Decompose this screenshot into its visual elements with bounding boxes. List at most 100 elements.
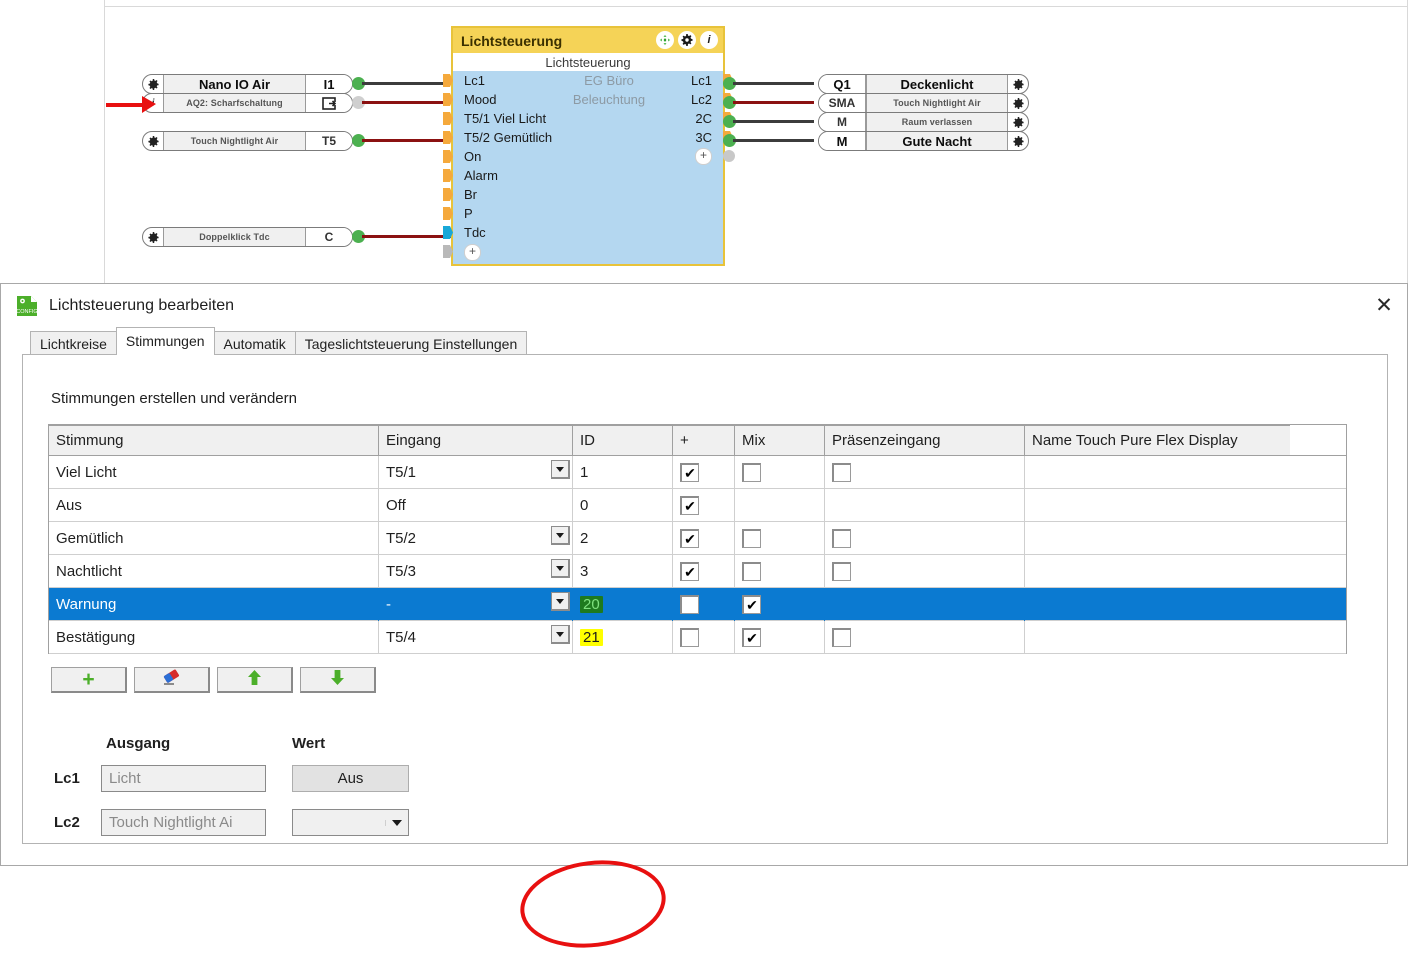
block-input-pin[interactable] [443,150,453,163]
block-input-pin[interactable] [443,207,453,220]
chevron-down-icon[interactable] [551,460,570,479]
cell-display-name[interactable] [1025,588,1290,621]
cell-display-name[interactable] [1025,555,1290,588]
output-node-touch-nightlight-air[interactable]: Touch Nightlight Air SMA [818,93,1029,113]
wert-button-lc1[interactable]: Aus [292,765,409,792]
chevron-down-icon[interactable] [551,625,570,644]
cell-plus[interactable] [673,588,735,621]
cell-stimmung[interactable]: Warnung [49,588,379,621]
cell-eingang[interactable]: - [379,588,573,621]
cell-stimmung[interactable]: Aus [49,489,379,522]
input-node-touch-nightlight-air[interactable]: Touch Nightlight Air T5 [142,131,353,151]
table-row[interactable]: Viel Licht T5/1 1 ✔ [49,456,1346,489]
plus-checkbox[interactable]: ✔ [680,529,699,548]
chevron-down-icon[interactable] [385,820,408,826]
cell-stimmung[interactable]: Nachtlicht [49,555,379,588]
block-input-pin[interactable] [443,131,453,144]
block-input-pin[interactable] [443,74,453,87]
cell-mix[interactable]: ✔ [735,588,825,621]
tab-tageslichtsteuerung[interactable]: Tageslichtsteuerung Einstellungen [295,331,527,355]
function-block-lichtsteuerung[interactable]: Lichtsteuerung i Lichtsteuerung Lc1 EG B… [451,26,725,266]
cell-display-name[interactable] [1025,522,1290,555]
cell-mix[interactable] [735,522,825,555]
cell-praesenzeingang[interactable] [825,621,1025,654]
block-add-input-button[interactable]: + [464,244,481,261]
praesenz-checkbox[interactable] [832,562,851,581]
move-down-button[interactable] [300,667,376,693]
cell-stimmung[interactable]: Gemütlich [49,522,379,555]
praesenz-checkbox[interactable] [832,529,851,548]
tab-automatik[interactable]: Automatik [214,331,296,355]
cell-id[interactable]: 20 [573,588,673,621]
chevron-down-icon[interactable] [551,559,570,578]
cell-id[interactable]: 2 [573,522,673,555]
close-icon[interactable]: ✕ [1361,284,1407,327]
cell-stimmung[interactable]: Bestätigung [49,621,379,654]
block-input-pin[interactable] [443,188,453,201]
block-input-pin[interactable] [443,169,453,182]
move-up-button[interactable] [217,667,293,693]
gear-icon[interactable] [678,31,696,49]
wert-color-picker-lc2[interactable] [292,809,409,836]
add-button[interactable]: + [51,667,127,693]
plus-checkbox[interactable]: ✔ [680,496,699,515]
tab-stimmungen[interactable]: Stimmungen [116,327,215,355]
plus-checkbox[interactable]: ✔ [680,562,699,581]
table-row[interactable]: Gemütlich T5/2 2 ✔ [49,522,1346,555]
delete-button[interactable] [134,667,210,693]
cell-display-name[interactable] [1025,621,1290,654]
cell-mix[interactable] [735,555,825,588]
cell-praesenzeingang[interactable] [825,522,1025,555]
chevron-down-icon[interactable] [551,526,570,545]
block-add-output-button[interactable]: + [695,148,712,165]
cell-praesenzeingang[interactable] [825,555,1025,588]
input-node-nano-io-air[interactable]: Nano IO Air I1 [142,74,353,94]
cell-eingang[interactable]: T5/4 [379,621,573,654]
cell-eingang[interactable]: T5/3 [379,555,573,588]
cell-plus[interactable] [673,621,735,654]
plus-checkbox[interactable] [680,595,699,614]
cell-display-name[interactable] [1025,489,1290,522]
column-header-id[interactable]: ID [573,424,673,455]
table-row[interactable]: Nachtlicht T5/3 3 ✔ [49,555,1346,588]
cell-display-name[interactable] [1025,456,1290,489]
column-header-display-name[interactable]: Name Touch Pure Flex Display [1025,424,1290,455]
cell-plus[interactable]: ✔ [673,456,735,489]
output-node-deckenlicht[interactable]: Deckenlicht Q1 [818,74,1029,94]
table-row[interactable]: Bestätigung T5/4 21 ✔ [49,621,1346,654]
table-row-selected[interactable]: Warnung - 20 ✔ [49,588,1346,621]
cell-id[interactable]: 1 [573,456,673,489]
output-node-gute-nacht[interactable]: Gute Nacht M [818,131,1029,151]
praesenz-checkbox[interactable] [832,463,851,482]
output-node-raum-verlassen[interactable]: Raum verlassen M [818,112,1029,132]
cell-plus[interactable]: ✔ [673,522,735,555]
plus-checkbox[interactable] [680,628,699,647]
cell-eingang[interactable]: Off [379,489,573,522]
cell-mix[interactable]: ✔ [735,621,825,654]
cell-id[interactable]: 21 [573,621,673,654]
cell-id[interactable]: 0 [573,489,673,522]
input-node-aq2-scharfschaltung[interactable]: i AQ2: Scharfschaltung [142,93,353,113]
cell-mix[interactable] [735,456,825,489]
block-input-pin-tdc[interactable] [443,226,453,239]
mix-checkbox[interactable]: ✔ [742,628,761,647]
mix-checkbox[interactable] [742,529,761,548]
cell-plus[interactable]: ✔ [673,555,735,588]
block-input-pin[interactable] [443,93,453,106]
mix-checkbox[interactable]: ✔ [742,595,761,614]
column-header-praesenzeingang[interactable]: Präsenzeingang [825,424,1025,455]
column-header-stimmung[interactable]: Stimmung [49,424,379,455]
column-header-plus[interactable]: + [673,424,735,455]
cell-stimmung[interactable]: Viel Licht [49,456,379,489]
praesenz-checkbox[interactable] [832,628,851,647]
block-input-pin[interactable] [443,112,453,125]
move-icon[interactable] [656,31,674,49]
info-icon[interactable]: i [700,31,718,49]
cell-eingang[interactable]: T5/1 [379,456,573,489]
cell-eingang[interactable]: T5/2 [379,522,573,555]
cell-id[interactable]: 3 [573,555,673,588]
column-header-eingang[interactable]: Eingang [379,424,573,455]
cell-praesenzeingang[interactable] [825,456,1025,489]
column-header-mix[interactable]: Mix [735,424,825,455]
ausgang-field-lc2[interactable]: Touch Nightlight Ai [101,809,266,836]
